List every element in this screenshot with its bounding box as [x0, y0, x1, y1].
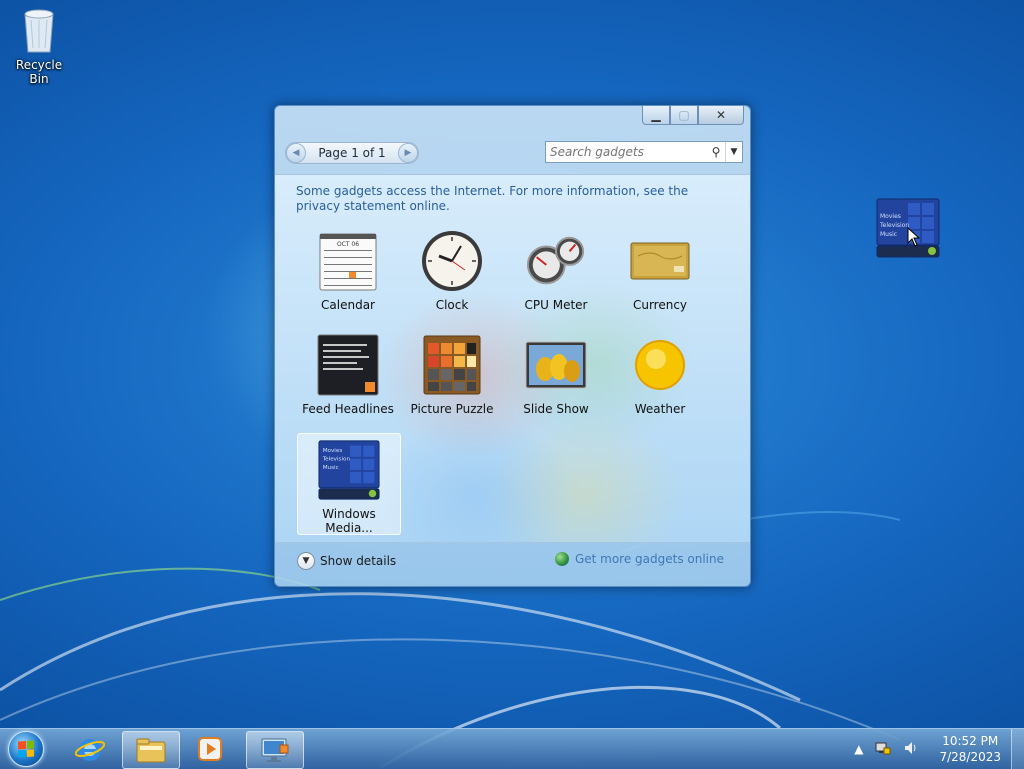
close-icon: ✕ — [715, 108, 727, 122]
close-button[interactable]: ✕ — [698, 106, 744, 125]
taskbar-media-player[interactable] — [182, 731, 238, 767]
get-more-gadgets-label: Get more gadgets online — [574, 552, 724, 566]
system-tray: ▲ 10:52 PM 7/28/2023 — [848, 729, 1024, 769]
gadget-list: Some gadgets access the Internet. For mo… — [275, 174, 750, 543]
floating-menu-item: Music — [880, 231, 897, 238]
mouse-cursor-icon — [907, 227, 921, 247]
floating-menu-item: Television — [879, 222, 909, 229]
gadget-label-slide-show: Slide Show — [523, 402, 589, 416]
recycle-bin-label: Recycle Bin — [15, 58, 63, 86]
next-page-button[interactable]: ▶ — [398, 143, 418, 163]
get-more-gadgets-link[interactable]: Get more gadgets online — [554, 552, 724, 566]
maximize-button[interactable]: ▢ — [670, 106, 698, 125]
gadget-label-clock: Clock — [435, 298, 469, 312]
search-box: ⚲ ▼ — [545, 141, 743, 163]
gadget-tile-clock[interactable]: Clock — [401, 225, 503, 325]
calendar-month-text: OCT 06 — [337, 241, 359, 248]
gadget-label-calendar: Calendar — [321, 298, 375, 312]
search-icon[interactable]: ⚲ — [707, 145, 725, 159]
gadget-label-picture-puzzle: Picture Puzzle — [410, 402, 494, 416]
media-menu-item: Television — [322, 457, 351, 463]
gadget-label-feed-headlines: Feed Headlines — [302, 402, 394, 416]
gadget-tile-picture-puzzle[interactable]: Picture Puzzle — [401, 329, 503, 429]
show-details-label: Show details — [320, 554, 397, 568]
gadget-tile-slide-show[interactable]: Slide Show — [505, 329, 607, 429]
volume-icon[interactable] — [903, 740, 919, 759]
gadget-gallery-window: ▁ ▢ ✕ ◀ Page 1 of 1 ▶ ⚲ ▼ Some gadgets a… — [274, 105, 751, 587]
recycle-bin-icon — [19, 6, 59, 54]
internet-explorer-icon — [75, 739, 105, 761]
media-menu-item: Movies — [323, 448, 343, 454]
window-caption-buttons: ▁ ▢ ✕ — [642, 106, 744, 125]
gallery-footer: ▼ Show details Get more gadgets online — [275, 542, 750, 586]
clock-time: 10:52 PM — [942, 734, 999, 748]
previous-page-button[interactable]: ◀ — [286, 143, 306, 163]
gadget-label-currency: Currency — [632, 298, 688, 312]
taskbar-file-explorer[interactable] — [122, 731, 180, 769]
page-label: Page 1 of 1 — [318, 146, 386, 160]
search-input[interactable] — [546, 145, 707, 159]
start-button[interactable] — [6, 730, 46, 768]
search-dropdown-button[interactable]: ▼ — [725, 142, 742, 162]
gadgets-icon — [261, 738, 289, 762]
gadget-tile-calendar[interactable]: OCT 06 Calendar — [297, 225, 399, 325]
gadget-tile-feed-headlines[interactable]: Feed Headlines — [297, 329, 399, 429]
file-explorer-icon — [136, 738, 166, 763]
currency-icon — [629, 230, 691, 292]
picture-puzzle-icon — [421, 334, 483, 396]
minimize-button[interactable]: ▁ — [642, 106, 670, 125]
feed-headlines-icon — [317, 334, 379, 396]
taskbar: ▲ 10:52 PM 7/28/2023 — [0, 728, 1024, 769]
gadget-label-windows-media-center: Windows Media... — [322, 507, 376, 535]
chevron-right-icon: ▶ — [404, 148, 412, 158]
windows-media-center-icon: Movies Television Music — [318, 439, 380, 501]
globe-icon — [554, 552, 569, 566]
start-orb-icon — [8, 731, 44, 767]
maximize-icon: ▢ — [678, 108, 690, 122]
minimize-icon: ▁ — [651, 108, 661, 122]
gallery-toolbar: ◀ Page 1 of 1 ▶ ⚲ ▼ — [275, 136, 750, 174]
weather-icon — [629, 334, 691, 396]
gadget-tile-cpu-meter[interactable]: CPU Meter — [505, 225, 607, 325]
taskbar-internet-explorer[interactable] — [62, 731, 118, 767]
taskbar-gadgets[interactable] — [246, 731, 304, 769]
chevron-left-icon: ◀ — [292, 148, 300, 158]
slide-show-icon — [525, 334, 587, 396]
gadget-tile-windows-media-center[interactable]: Movies Television Music Windows Media... — [297, 433, 401, 535]
network-icon[interactable] — [875, 740, 891, 759]
cpu-meter-icon — [525, 230, 587, 292]
recycle-bin[interactable]: Recycle Bin — [6, 6, 72, 86]
clock-date: 7/28/2023 — [939, 750, 1001, 764]
show-desktop-button[interactable] — [1011, 729, 1024, 769]
gadget-label-cpu-meter: CPU Meter — [524, 298, 588, 312]
media-menu-item: Music — [323, 465, 339, 471]
chevron-down-icon: ▼ — [297, 552, 315, 570]
calendar-icon: OCT 06 — [317, 230, 379, 292]
privacy-notice[interactable]: Some gadgets access the Internet. For mo… — [296, 184, 696, 214]
media-player-icon — [198, 737, 222, 761]
clock-icon — [421, 230, 483, 292]
taskbar-clock[interactable]: 10:52 PM 7/28/2023 — [939, 733, 1001, 765]
gadget-tile-currency[interactable]: Currency — [609, 225, 711, 325]
gadget-label-weather: Weather — [634, 402, 686, 416]
floating-menu-item: Movies — [880, 213, 901, 220]
page-navigator: ◀ Page 1 of 1 ▶ — [285, 142, 419, 164]
show-hidden-icons-button[interactable]: ▲ — [854, 742, 863, 756]
gadget-tile-weather[interactable]: Weather — [609, 329, 711, 429]
show-details-button[interactable]: ▼ Show details — [297, 552, 396, 570]
